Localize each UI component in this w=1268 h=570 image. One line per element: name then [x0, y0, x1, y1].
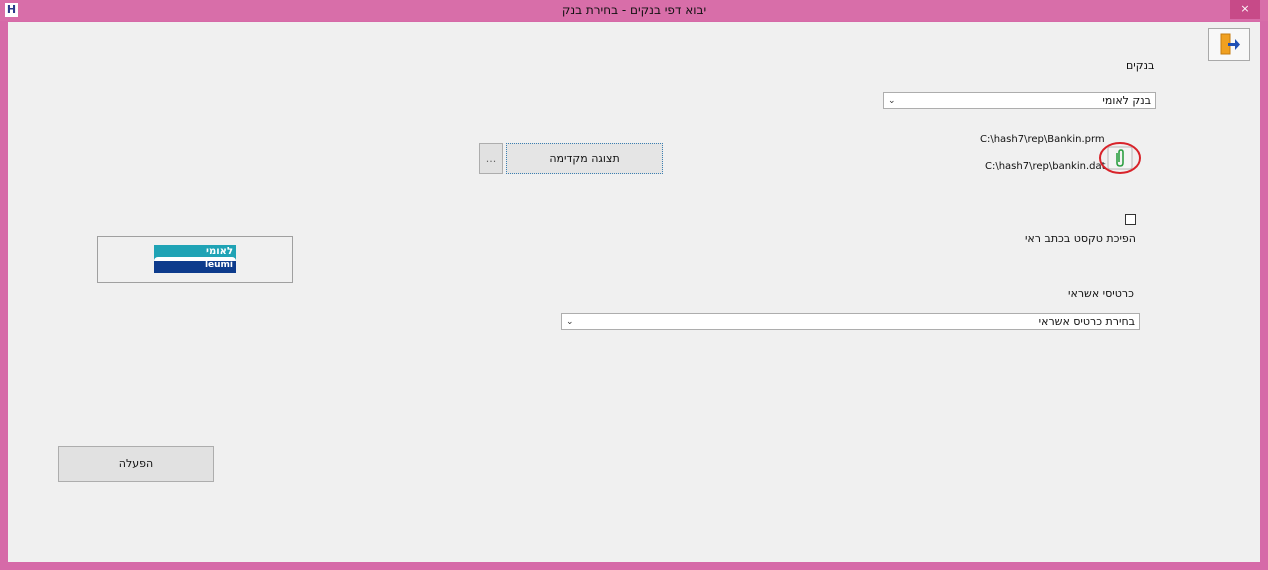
preview-button[interactable]: תצוגה מקדימה [506, 143, 663, 174]
reverse-text-label: הפיכת טקסט בכתב ראי [1024, 232, 1136, 245]
browse-button[interactable]: ... [479, 143, 503, 174]
bank-select-value: בנק לאומי [1102, 94, 1151, 107]
reverse-text-option[interactable]: הפיכת טקסט בכתב ראי [1016, 209, 1136, 245]
attach-file-button[interactable] [1098, 141, 1142, 175]
leumi-logo-hebrew: לאומי [206, 246, 233, 257]
main-panel: בנקים בנק לאומי ⌄ C:\hash7\rep\Bankin.pr… [8, 22, 1260, 562]
title-bar: H יבוא דפי בנקים - בחירת בנק × [0, 0, 1268, 21]
chevron-down-icon: ⌄ [566, 317, 574, 327]
chevron-down-icon: ⌄ [888, 96, 896, 106]
run-button[interactable]: הפעלה [58, 446, 214, 482]
paperclip-icon [1099, 142, 1141, 174]
exit-door-arrow-icon [1220, 33, 1240, 55]
dat-file-path: C:\hash7\rep\bankin.dat [985, 161, 1106, 172]
exit-button[interactable] [1208, 28, 1250, 61]
leumi-logo: לאומי leumi [154, 245, 236, 273]
banks-label: בנקים [1126, 59, 1155, 72]
credit-card-select[interactable]: בחירת כרטיס אשראי ⌄ [561, 313, 1140, 330]
bank-select[interactable]: בנק לאומי ⌄ [883, 92, 1156, 109]
close-button[interactable]: × [1230, 0, 1260, 19]
leumi-logo-latin: leumi [204, 260, 233, 270]
reverse-text-checkbox[interactable] [1125, 214, 1136, 225]
window-title: יבוא דפי בנקים - בחירת בנק [561, 3, 707, 17]
credit-card-select-value: בחירת כרטיס אשראי [1038, 315, 1135, 328]
credit-cards-label: כרטיסי אשראי [1068, 287, 1134, 300]
bank-logo-frame: לאומי leumi [97, 236, 293, 283]
prm-file-path: C:\hash7\rep\Bankin.prm [980, 134, 1105, 145]
